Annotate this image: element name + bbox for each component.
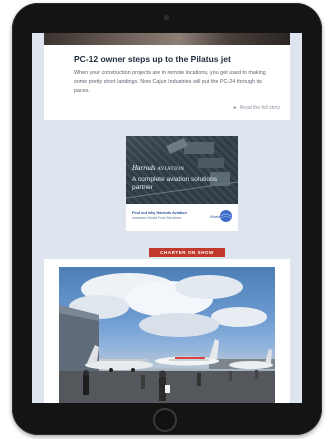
ad-brand-name: Harrods xyxy=(132,164,156,172)
section-badge[interactable]: CHARTER ON SHOW xyxy=(149,248,225,257)
tablet-frame: PC-12 owner steps up to the Pilatus jet … xyxy=(12,3,322,435)
ad-image: Harrods AVIATION A complete aviation sol… xyxy=(126,136,238,204)
ad-brand: Harrods AVIATION xyxy=(132,164,184,172)
article-title[interactable]: PC-12 owner steps up to the Pilatus jet xyxy=(74,54,231,64)
screen: PC-12 owner steps up to the Pilatus jet … xyxy=(32,33,302,403)
read-more-link[interactable]: ► Read the full story xyxy=(233,105,280,111)
ad-footer: Find out why Harrods Aviation chooses Wo… xyxy=(132,211,202,221)
world-fuel-globe-icon: World xyxy=(210,210,232,222)
airshow-photo xyxy=(59,267,275,403)
partner-logo-text: World xyxy=(210,214,220,219)
home-button[interactable] xyxy=(153,408,177,432)
arrow-right-icon: ► xyxy=(232,105,238,111)
article-image xyxy=(44,33,290,45)
airshow-scene-graphic xyxy=(59,273,275,403)
article-summary: When your construction projects are in r… xyxy=(74,70,266,94)
ad-tagline: A complete aviation solutions partner xyxy=(132,176,218,191)
ad-brand-sub: AVIATION xyxy=(157,167,185,172)
advertisement[interactable]: Harrods AVIATION A complete aviation sol… xyxy=(126,136,238,231)
photo-card[interactable] xyxy=(44,259,290,403)
read-more-label: Read the full story xyxy=(239,105,280,111)
camera-icon xyxy=(164,15,169,20)
ad-footer-line2: chooses World Fuel Services xyxy=(132,216,182,220)
article-card[interactable]: PC-12 owner steps up to the Pilatus jet … xyxy=(44,33,290,120)
